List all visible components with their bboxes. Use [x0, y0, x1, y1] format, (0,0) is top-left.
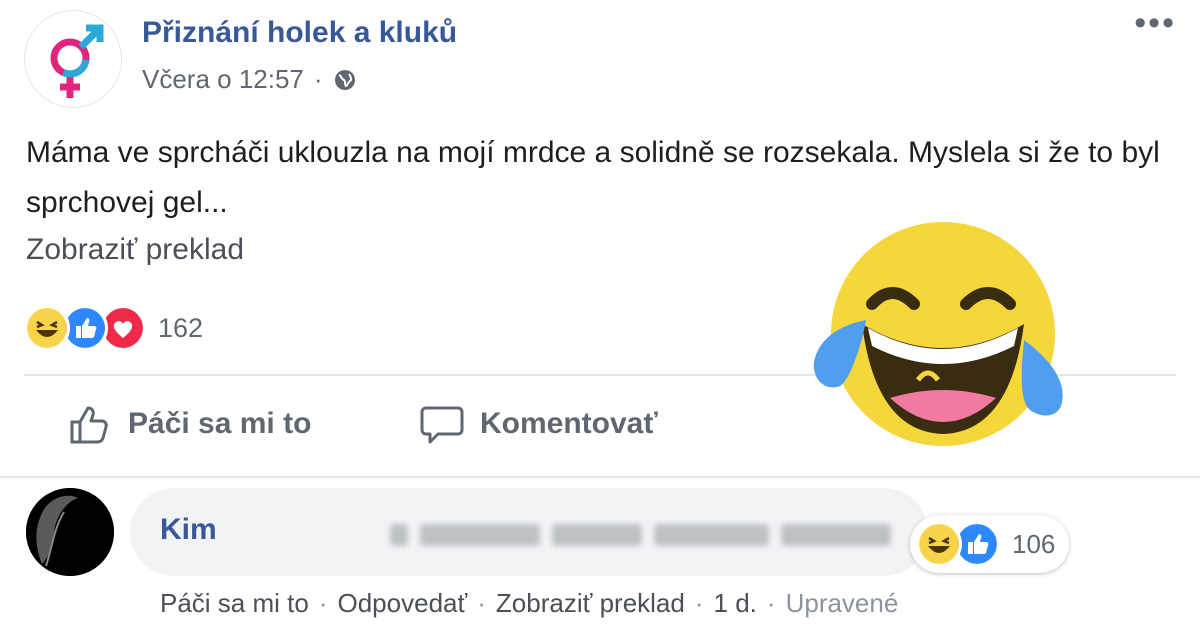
page-name-link[interactable]: Přiznání holek a kluků: [142, 16, 457, 50]
haha-reaction-icon: [916, 521, 962, 567]
comment-bubble-icon: [420, 406, 464, 444]
blurred-word: [552, 524, 642, 546]
edited-label[interactable]: Upravené: [786, 588, 899, 619]
post-meta: Včera o 12:57 ·: [142, 64, 357, 95]
comment-actions: Páči sa mi to · Odpovedať · Zobraziť pre…: [160, 588, 898, 619]
separator: ·: [477, 588, 486, 618]
comment-reaction-count: 106: [1012, 528, 1056, 559]
page-avatar[interactable]: [24, 10, 122, 108]
commenter-name-link[interactable]: Kim: [160, 513, 217, 547]
commenter-avatar[interactable]: [26, 488, 114, 576]
gender-symbol-icon: [50, 24, 104, 98]
like-button-label: Páči sa mi to: [128, 407, 312, 440]
blurred-comment-text: [390, 518, 905, 552]
divider: [0, 476, 1200, 478]
thumbs-up-icon: [70, 406, 108, 444]
blurred-word: [420, 524, 540, 546]
comment-button-label: Komentovať: [480, 407, 658, 440]
separator: ·: [694, 588, 704, 618]
comment-translate-link[interactable]: Zobraziť preklad: [496, 588, 685, 619]
see-translation-link[interactable]: Zobraziť preklad: [26, 233, 244, 267]
reaction-count: 162: [158, 312, 204, 343]
comment-reactions[interactable]: 106: [910, 515, 1070, 573]
haha-reaction-icon: [24, 305, 70, 351]
blurred-word: [654, 524, 769, 546]
like-button[interactable]: Páči sa mi to: [68, 402, 311, 446]
blurred-word: [781, 524, 891, 546]
meta-separator: ·: [313, 64, 323, 94]
post-timestamp[interactable]: Včera o 12:57: [142, 64, 304, 95]
comment-age[interactable]: 1 d.: [714, 588, 757, 619]
reactions-summary[interactable]: 162: [24, 305, 203, 351]
comment-button[interactable]: Komentovať: [420, 402, 658, 446]
separator: ·: [318, 588, 328, 618]
blurred-word: [390, 524, 408, 546]
comment-like-link[interactable]: Páči sa mi to: [160, 588, 309, 619]
tears-of-joy-emoji-icon: [813, 222, 1063, 446]
globe-icon[interactable]: [333, 68, 357, 92]
profile-silhouette-icon: [26, 488, 114, 576]
comment-reply-link[interactable]: Odpovedať: [338, 588, 468, 619]
separator: ·: [766, 588, 776, 618]
more-options-icon[interactable]: •••: [1134, 4, 1176, 43]
